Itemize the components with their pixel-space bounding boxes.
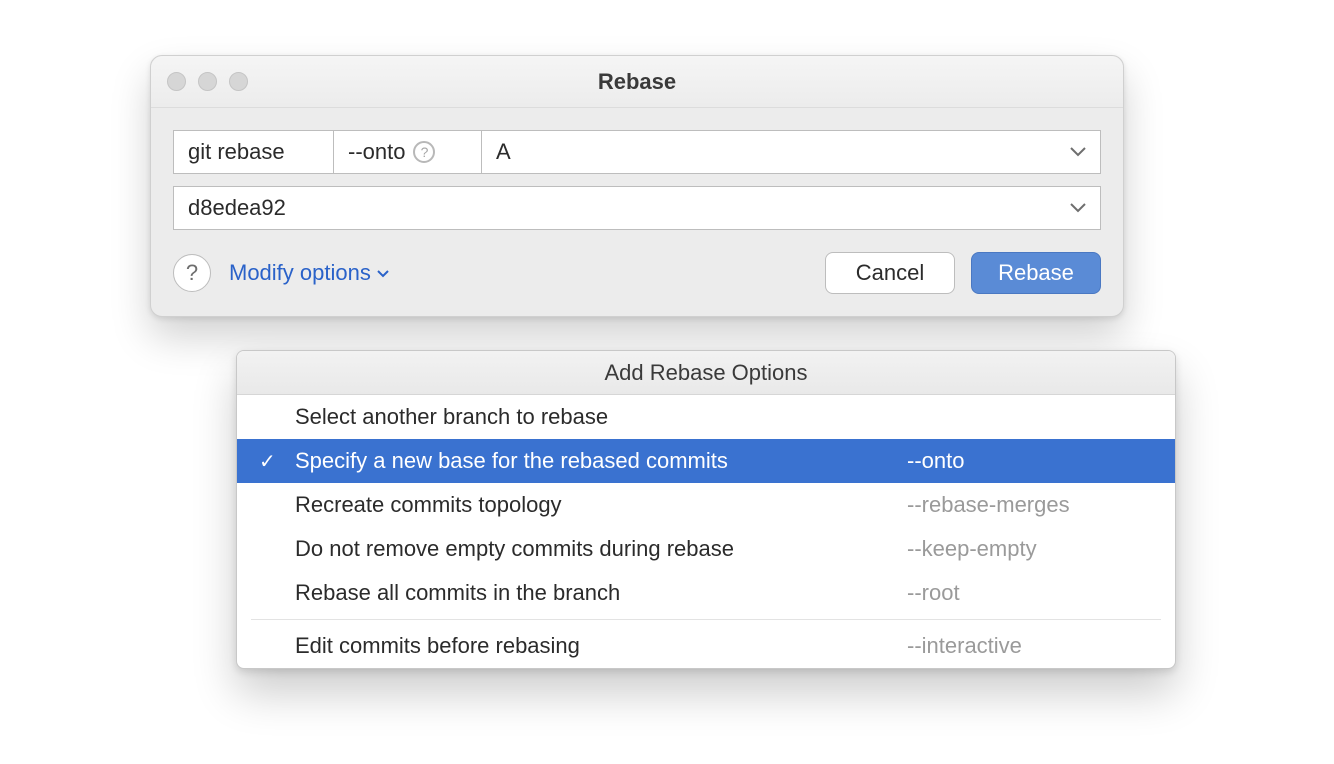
menu-separator bbox=[251, 619, 1161, 620]
menu-item-flag: --onto bbox=[907, 448, 1147, 474]
chevron-down-icon bbox=[377, 265, 389, 281]
help-icon[interactable]: ? bbox=[413, 141, 435, 163]
new-base-select[interactable]: A bbox=[481, 130, 1101, 174]
commit-row: d8edea92 bbox=[173, 186, 1101, 230]
menu-item-flag: --keep-empty bbox=[907, 536, 1147, 562]
commit-value: d8edea92 bbox=[188, 195, 286, 221]
menu-item-label: Specify a new base for the rebased commi… bbox=[295, 448, 907, 474]
git-command-label: git rebase bbox=[173, 130, 333, 174]
rebase-dialog: Rebase git rebase --onto ? A d8edea92 bbox=[150, 55, 1124, 317]
check-icon: ✓ bbox=[259, 449, 276, 474]
menu-item-flag: --rebase-merges bbox=[907, 492, 1147, 518]
dialog-title: Rebase bbox=[151, 69, 1123, 95]
menu-item-select-branch[interactable]: Select another branch to rebase bbox=[237, 395, 1175, 439]
onto-cell: --onto ? bbox=[333, 130, 481, 174]
menu-item-flag: --root bbox=[907, 580, 1147, 606]
new-base-value: A bbox=[496, 139, 511, 165]
command-row: git rebase --onto ? A bbox=[173, 130, 1101, 174]
menu-item-onto[interactable]: ✓ Specify a new base for the rebased com… bbox=[237, 439, 1175, 483]
onto-label: --onto bbox=[348, 139, 405, 165]
menu-item-root[interactable]: Rebase all commits in the branch --root bbox=[237, 571, 1175, 615]
menu-item-label: Do not remove empty commits during rebas… bbox=[295, 536, 907, 562]
titlebar: Rebase bbox=[151, 56, 1123, 108]
menu-item-rebase-merges[interactable]: Recreate commits topology --rebase-merge… bbox=[237, 483, 1175, 527]
dialog-body: git rebase --onto ? A d8edea92 ? bbox=[151, 108, 1123, 316]
help-button[interactable]: ? bbox=[173, 254, 211, 292]
menu-item-label: Select another branch to rebase bbox=[295, 404, 907, 430]
cancel-button[interactable]: Cancel bbox=[825, 252, 955, 294]
popup-header: Add Rebase Options bbox=[237, 351, 1175, 395]
chevron-down-icon bbox=[1070, 144, 1086, 160]
menu-item-label: Rebase all commits in the branch bbox=[295, 580, 907, 606]
chevron-down-icon bbox=[1070, 200, 1086, 216]
dialog-footer: ? Modify options Cancel Rebase bbox=[173, 252, 1101, 294]
modify-options-link[interactable]: Modify options bbox=[229, 260, 389, 286]
menu-item-keep-empty[interactable]: Do not remove empty commits during rebas… bbox=[237, 527, 1175, 571]
menu-item-label: Edit commits before rebasing bbox=[295, 633, 907, 659]
commit-select[interactable]: d8edea92 bbox=[173, 186, 1101, 230]
rebase-button[interactable]: Rebase bbox=[971, 252, 1101, 294]
menu-item-label: Recreate commits topology bbox=[295, 492, 907, 518]
menu-item-flag: --interactive bbox=[907, 633, 1147, 659]
modify-options-label: Modify options bbox=[229, 260, 371, 286]
options-popup: Add Rebase Options Select another branch… bbox=[236, 350, 1176, 669]
menu-item-interactive[interactable]: Edit commits before rebasing --interacti… bbox=[237, 624, 1175, 668]
